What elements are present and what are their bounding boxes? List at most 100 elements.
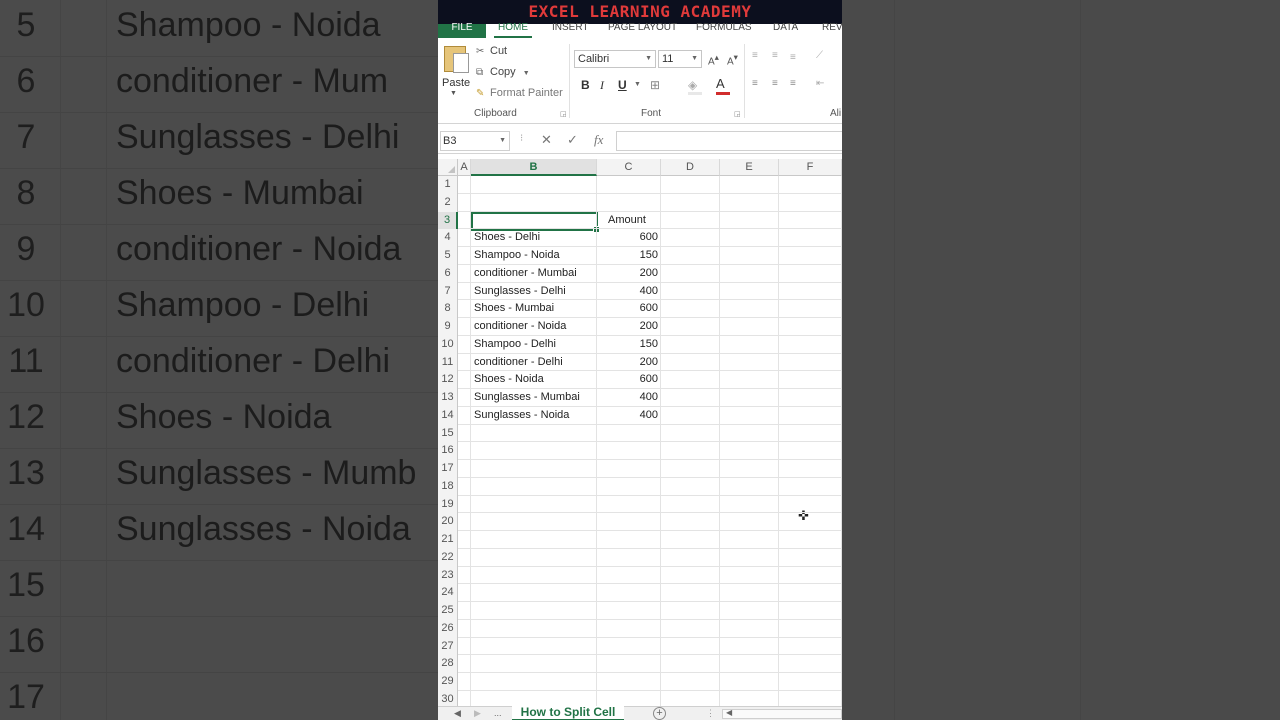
row-header-14[interactable]: 14 bbox=[438, 406, 458, 425]
bold-button[interactable]: B bbox=[581, 78, 590, 92]
prev-sheet-icon[interactable]: ◀ bbox=[454, 708, 461, 719]
paste-icon[interactable] bbox=[444, 46, 469, 73]
cell-b6[interactable]: conditioner - Mumbai bbox=[471, 265, 577, 282]
cell-c8[interactable]: 600 bbox=[597, 300, 661, 317]
row-header-7[interactable]: 7 bbox=[438, 282, 458, 301]
cell-b14[interactable]: Sunglasses - Noida bbox=[471, 407, 569, 424]
row-header-21[interactable]: 21 bbox=[438, 531, 458, 549]
formula-bar-grip[interactable]: ⁝ bbox=[520, 133, 523, 144]
orientation-icon[interactable]: ⟋ bbox=[816, 50, 823, 61]
row-header-13[interactable]: 13 bbox=[438, 389, 458, 407]
more-sheets[interactable]: ... bbox=[494, 708, 502, 718]
row-header-3[interactable]: 3 bbox=[438, 211, 458, 230]
cell-b11[interactable]: conditioner - Delhi bbox=[471, 354, 563, 371]
indent-icon[interactable]: ⇤ bbox=[816, 78, 824, 89]
row-header-15[interactable]: 15 bbox=[438, 424, 458, 443]
next-sheet-icon[interactable]: ▶ bbox=[474, 708, 481, 719]
align-bottom-icon[interactable]: ≡ bbox=[790, 52, 796, 63]
tab-insert[interactable]: INSERT bbox=[552, 23, 589, 38]
cell-c6[interactable]: 200 bbox=[597, 265, 661, 282]
italic-button[interactable]: I bbox=[600, 78, 604, 93]
enter-icon[interactable]: ✓ bbox=[567, 132, 578, 148]
row-header-8[interactable]: 8 bbox=[438, 300, 458, 318]
tab-file[interactable]: FILE bbox=[438, 23, 486, 38]
cell-b7[interactable]: Sunglasses - Delhi bbox=[471, 283, 566, 300]
cell-b13[interactable]: Sunglasses - Mumbai bbox=[471, 389, 580, 406]
row-header-28[interactable]: 28 bbox=[438, 655, 458, 673]
row-header-26[interactable]: 26 bbox=[438, 619, 458, 638]
row-header-9[interactable]: 9 bbox=[438, 318, 458, 336]
align-left-icon[interactable]: ≡ bbox=[752, 78, 758, 89]
align-center-icon[interactable]: ≡ bbox=[772, 78, 778, 89]
row-header-12[interactable]: 12 bbox=[438, 371, 458, 389]
cell-b5[interactable]: Shampoo - Noida bbox=[471, 247, 560, 264]
align-top-icon[interactable]: ≡ bbox=[752, 50, 758, 61]
cell-b4[interactable]: Shoes - Delhi bbox=[471, 229, 540, 246]
name-box[interactable]: B3 ▼ bbox=[440, 131, 510, 151]
copy-button[interactable]: ⧉ Copy ▼ bbox=[476, 66, 530, 78]
cell-b8[interactable]: Shoes - Mumbai bbox=[471, 300, 554, 317]
worksheet-grid[interactable]: A B C D E F ✜ 1 2 3 4 5 6 7 8 9 10 11 12 13 14 15 16 17 1… bbox=[438, 159, 842, 720]
cell-b12[interactable]: Shoes - Noida bbox=[471, 371, 544, 388]
dialog-launcher-icon[interactable]: ◲ bbox=[734, 110, 741, 118]
cut-button[interactable]: ✂ Cut bbox=[476, 45, 507, 57]
decrease-font-icon[interactable]: A▾ bbox=[727, 52, 738, 67]
row-header-29[interactable]: 29 bbox=[438, 673, 458, 691]
horizontal-scrollbar[interactable]: ◀ bbox=[722, 708, 842, 719]
cancel-icon[interactable]: ✕ bbox=[541, 132, 552, 148]
format-painter-button[interactable]: ✎ Format Painter bbox=[476, 87, 563, 99]
row-header-20[interactable]: 20 bbox=[438, 513, 458, 531]
column-header-a[interactable]: A bbox=[458, 159, 471, 176]
row-header-27[interactable]: 27 bbox=[438, 637, 458, 656]
increase-font-icon[interactable]: A▴ bbox=[708, 52, 719, 67]
column-header-b[interactable]: B bbox=[471, 159, 597, 176]
align-right-icon[interactable]: ≡ bbox=[790, 78, 796, 89]
row-header-19[interactable]: 19 bbox=[438, 495, 458, 514]
row-header-18[interactable]: 18 bbox=[438, 477, 458, 496]
row-header-6[interactable]: 6 bbox=[438, 264, 458, 283]
tab-data[interactable]: DATA bbox=[773, 23, 798, 38]
tab-home[interactable]: HOME bbox=[494, 23, 532, 38]
cell-c14[interactable]: 400 bbox=[597, 407, 661, 424]
font-name-select[interactable]: Calibri ▼ bbox=[574, 50, 656, 68]
column-header-d[interactable]: D bbox=[661, 159, 720, 176]
row-header-5[interactable]: 5 bbox=[438, 247, 458, 265]
formula-input[interactable] bbox=[616, 131, 842, 151]
column-header-c[interactable]: C bbox=[597, 159, 661, 176]
cell-c10[interactable]: 150 bbox=[597, 336, 661, 353]
add-sheet-icon[interactable]: + bbox=[653, 707, 666, 720]
align-middle-icon[interactable]: ≡ bbox=[772, 50, 778, 61]
select-all-button[interactable] bbox=[438, 159, 458, 176]
cell-c11[interactable]: 200 bbox=[597, 354, 661, 371]
column-header-e[interactable]: E bbox=[720, 159, 779, 176]
chevron-down-icon[interactable]: ▼ bbox=[634, 81, 641, 88]
row-header-4[interactable]: 4 bbox=[438, 229, 458, 247]
font-size-select[interactable]: 11 ▼ bbox=[658, 50, 702, 68]
cell-b9[interactable]: conditioner - Noida bbox=[471, 318, 566, 335]
row-header-1[interactable]: 1 bbox=[438, 176, 458, 194]
tab-review[interactable]: REV bbox=[822, 23, 842, 38]
row-header-11[interactable]: 11 bbox=[438, 353, 458, 372]
cell-c7[interactable]: 400 bbox=[597, 283, 661, 300]
cell-c9[interactable]: 200 bbox=[597, 318, 661, 335]
cell-c12[interactable]: 600 bbox=[597, 371, 661, 388]
scroll-left-icon[interactable]: ◀ bbox=[726, 708, 732, 717]
tab-split-handle[interactable]: ⋮ bbox=[706, 708, 715, 719]
underline-button[interactable]: U bbox=[618, 78, 627, 92]
cell-c5[interactable]: 150 bbox=[597, 247, 661, 264]
sheet-tab-how-to-split-cell[interactable]: How to Split Cell bbox=[512, 706, 624, 720]
row-header-17[interactable]: 17 bbox=[438, 460, 458, 478]
tab-page-layout[interactable]: PAGE LAYOUT bbox=[608, 23, 677, 38]
cell-c4[interactable]: 600 bbox=[597, 229, 661, 246]
row-header-2[interactable]: 2 bbox=[438, 193, 458, 212]
row-header-16[interactable]: 16 bbox=[438, 442, 458, 460]
row-header-23[interactable]: 23 bbox=[438, 566, 458, 585]
row-header-24[interactable]: 24 bbox=[438, 584, 458, 602]
tab-formulas[interactable]: FORMULAS bbox=[696, 23, 752, 38]
column-header-f[interactable]: F bbox=[779, 159, 842, 176]
paste-button[interactable]: Paste bbox=[442, 77, 470, 89]
chevron-down-icon[interactable]: ▼ bbox=[450, 90, 457, 97]
cell-c3[interactable]: Amount bbox=[605, 212, 646, 229]
font-color-icon[interactable]: A bbox=[716, 76, 725, 91]
row-header-22[interactable]: 22 bbox=[438, 548, 458, 567]
